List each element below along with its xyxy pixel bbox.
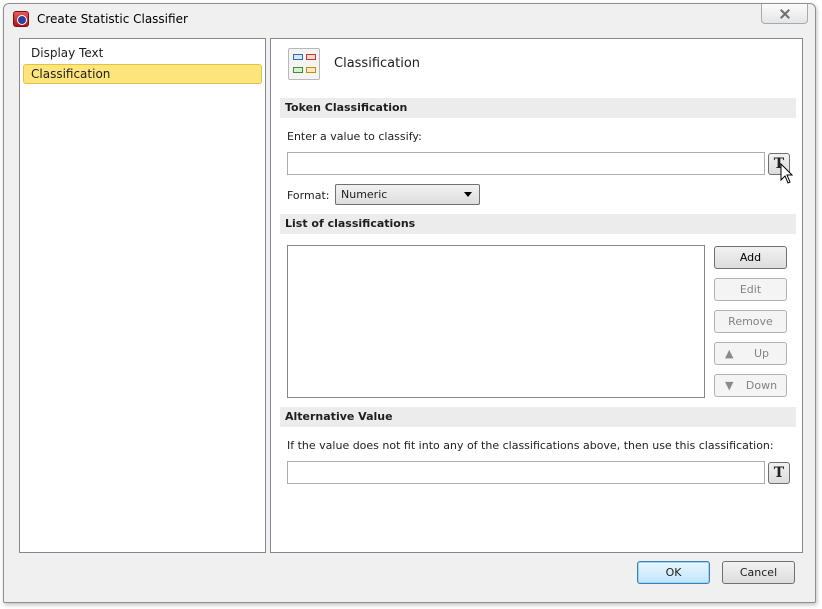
add-button[interactable]: Add	[714, 246, 787, 269]
down-button[interactable]: ▼ Down	[714, 374, 787, 397]
down-button-label: Down	[745, 379, 778, 392]
sidebar-list: Display Text Classification	[19, 38, 266, 553]
edit-button[interactable]: Edit	[714, 278, 787, 301]
chevron-down-icon	[464, 192, 472, 197]
classify-value-input[interactable]	[287, 152, 765, 175]
app-icon	[13, 11, 29, 27]
alternative-value-input[interactable]	[287, 461, 765, 484]
ok-button[interactable]: OK	[637, 561, 710, 584]
classify-prompt-label: Enter a value to classify:	[287, 130, 422, 143]
dialog-window: Create Statistic Classifier Display Text…	[3, 3, 816, 603]
sidebar-item-label: Display Text	[31, 46, 104, 60]
sidebar-item-classification[interactable]: Classification	[23, 64, 262, 84]
remove-button[interactable]: Remove	[714, 310, 787, 333]
up-button-label: Up	[753, 347, 770, 360]
mouse-cursor-icon	[780, 163, 794, 184]
alternative-prompt-label: If the value does not fit into any of th…	[287, 439, 774, 452]
section-token-classification: Token Classification	[280, 98, 796, 118]
classification-panel: Classification Token Classification Ente…	[270, 38, 803, 553]
close-button[interactable]	[761, 4, 808, 24]
window-title: Create Statistic Classifier	[37, 12, 188, 26]
section-alternative-value: Alternative Value	[280, 407, 796, 427]
classification-icon	[288, 48, 320, 80]
format-select[interactable]: Numeric	[335, 184, 480, 205]
sidebar-item-display-text[interactable]: Display Text	[23, 43, 262, 63]
section-list-of-classifications: List of classifications	[280, 214, 796, 234]
classifications-list[interactable]	[287, 245, 705, 398]
title-bar: Create Statistic Classifier	[4, 4, 815, 34]
arrow-up-icon: ▲	[725, 347, 734, 360]
cancel-button[interactable]: Cancel	[722, 561, 795, 584]
format-label: Format:	[287, 189, 330, 202]
arrow-down-icon: ▼	[725, 379, 734, 392]
panel-title: Classification	[334, 56, 421, 71]
format-select-value: Numeric	[341, 188, 388, 201]
up-button[interactable]: ▲ Up	[714, 342, 787, 365]
alternative-insert-token-button[interactable]: T	[768, 462, 790, 484]
sidebar-item-label: Classification	[31, 67, 111, 81]
